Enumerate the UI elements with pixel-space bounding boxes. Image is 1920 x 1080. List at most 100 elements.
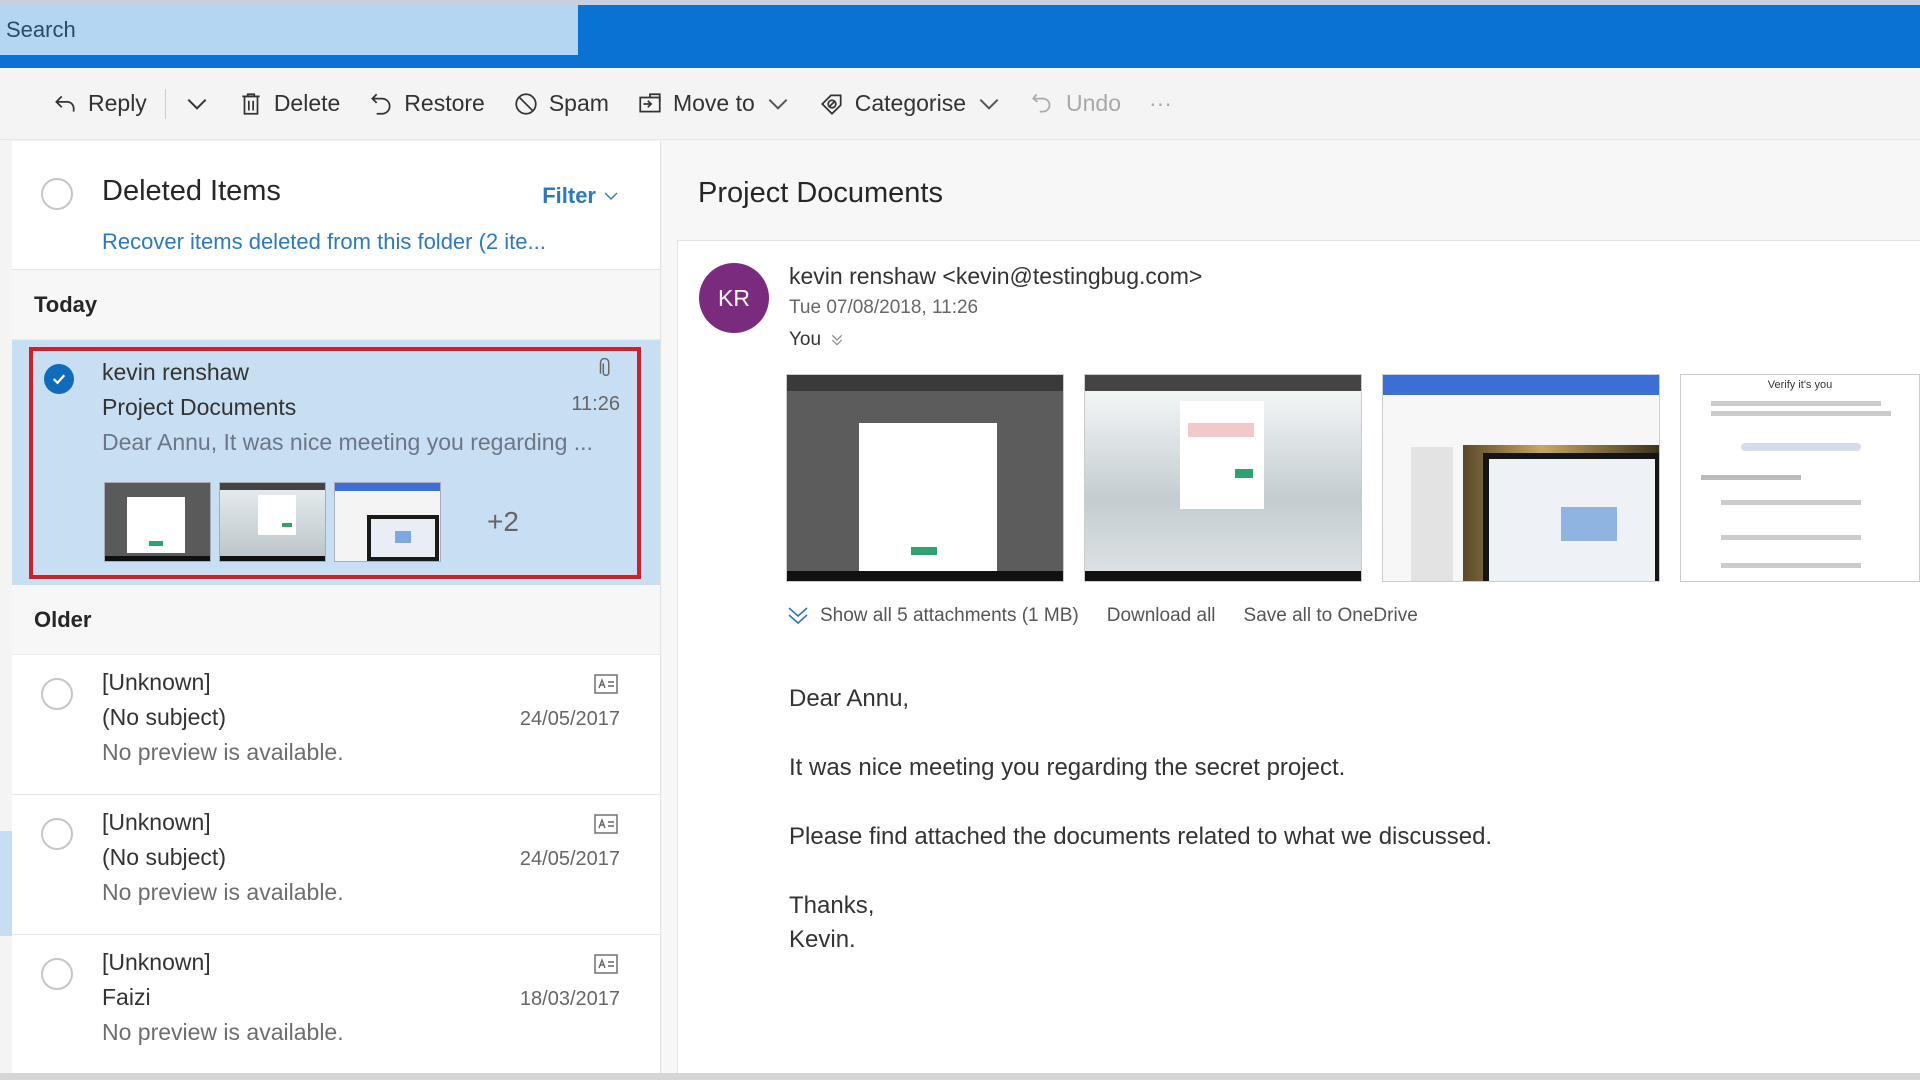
show-all-attachments-button[interactable]: Show all 5 attachments (1 MB) — [786, 604, 1079, 628]
group-header-older: Older — [12, 585, 660, 655]
restore-label: Restore — [404, 90, 485, 116]
sent-date: Tue 07/08/2018, 11:26 — [789, 297, 979, 318]
attachment-preview[interactable] — [1084, 374, 1362, 582]
restore-button[interactable]: Restore — [354, 82, 499, 126]
tag-icon — [820, 93, 842, 115]
undo-button[interactable]: Undo — [1016, 82, 1135, 126]
message-date: 24/05/2017 — [519, 708, 620, 730]
folder-title: Deleted Items — [102, 175, 281, 207]
download-all-button[interactable]: Download all — [1107, 605, 1216, 627]
attachment-previews: Verify it's you — [786, 374, 1920, 582]
delete-label: Delete — [273, 90, 341, 116]
chevron-down-icon — [187, 98, 207, 110]
filter-label: Filter — [542, 183, 596, 208]
show-all-attachments-label: Show all 5 attachments (1 MB) — [820, 605, 1079, 626]
move-to-button[interactable]: Move to — [623, 82, 805, 126]
attachment-preview[interactable] — [786, 374, 1064, 582]
toolbar-divider — [164, 88, 166, 119]
bottom-border — [0, 1073, 1920, 1080]
message-date: 24/05/2017 — [519, 848, 620, 870]
message-checkbox[interactable] — [41, 678, 73, 710]
attachment-preview[interactable]: Verify it's you — [1680, 374, 1920, 582]
categorise-label: Categorise — [854, 90, 966, 116]
message-preview: No preview is available. — [102, 739, 344, 765]
message-subject: (No subject) — [102, 704, 226, 730]
top-bar — [0, 0, 1920, 68]
folder-pane-edge — [0, 141, 12, 1080]
command-toolbar: Reply Delete Restore Spam Move to Catego… — [0, 68, 1920, 140]
body-paragraph: It was nice meeting you regarding the se… — [789, 754, 1346, 781]
attachment-preview-title: Verify it's you — [1767, 379, 1833, 391]
paperclip-icon — [599, 358, 610, 377]
contact-card-icon — [594, 674, 618, 694]
message-sender: [Unknown] — [102, 949, 211, 975]
message-item[interactable]: [Unknown] (No subject) 24/05/2017 No pre… — [12, 795, 660, 935]
filter-dropdown[interactable]: Filter — [542, 183, 620, 209]
message-time: 11:26 — [571, 393, 620, 415]
message-preview: Dear Annu, It was nice meeting you regar… — [102, 429, 593, 455]
expand-recipients-icon — [831, 334, 843, 346]
undo-label: Undo — [1066, 90, 1121, 116]
delete-button[interactable]: Delete — [224, 82, 354, 126]
recipient-name: You — [789, 329, 822, 350]
message-checkbox[interactable] — [41, 818, 73, 850]
reply-options-dropdown[interactable] — [170, 82, 224, 126]
more-icon: ··· — [1148, 90, 1172, 116]
reply-icon — [55, 95, 75, 112]
message-preview: No preview is available. — [102, 879, 344, 905]
contact-card-icon — [594, 814, 618, 834]
restore-icon — [371, 93, 391, 115]
reading-pane: Project Documents KR kevin renshaw <kevi… — [662, 141, 1920, 1080]
trash-icon — [242, 92, 260, 115]
spam-label: Spam — [548, 90, 609, 116]
sender-avatar[interactable]: KR — [699, 263, 769, 333]
attachment-thumbnail[interactable] — [104, 482, 211, 562]
attachment-thumbnails: +2 — [104, 482, 519, 562]
message-sender: [Unknown] — [102, 669, 211, 695]
reply-label: Reply — [88, 90, 147, 116]
attachment-actions: Show all 5 attachments (1 MB) Download a… — [786, 604, 1418, 628]
search-box[interactable] — [0, 5, 578, 55]
move-folder-icon — [639, 92, 661, 112]
message-subject: Faizi — [102, 984, 151, 1010]
attachment-preview[interactable] — [1382, 374, 1660, 582]
message-subject: (No subject) — [102, 844, 226, 870]
message-subject: Project Documents — [102, 394, 297, 420]
message-sender: [Unknown] — [102, 809, 211, 835]
message-card: KR kevin renshaw <kevin@testingbug.com> … — [677, 240, 1920, 1080]
chevron-down-icon — [979, 98, 999, 110]
expand-double-chevron-icon — [788, 607, 808, 625]
attachment-thumbnail[interactable] — [334, 482, 441, 562]
block-icon — [515, 92, 537, 115]
select-all-checkbox[interactable] — [41, 178, 73, 210]
spam-button[interactable]: Spam — [499, 82, 623, 126]
message-checkbox[interactable] — [41, 958, 73, 990]
contact-card-icon — [594, 954, 618, 974]
body-paragraph: Please find attached the documents relat… — [789, 823, 1493, 850]
folder-selection-indicator — [0, 831, 12, 936]
message-preview: No preview is available. — [102, 1019, 344, 1045]
list-header: Deleted Items Filter Recover items delet… — [12, 141, 660, 270]
search-input[interactable] — [6, 17, 578, 43]
reply-button[interactable]: Reply — [38, 82, 161, 126]
body-signature: Kevin. — [789, 926, 856, 953]
message-item[interactable]: [Unknown] (No subject) 24/05/2017 No pre… — [12, 655, 660, 795]
conversation-title: Project Documents — [698, 177, 943, 209]
message-item-selected[interactable]: kevin renshaw Project Documents 11:26 De… — [12, 340, 660, 585]
chevron-down-icon — [604, 192, 618, 200]
categorise-button[interactable]: Categorise — [805, 82, 1016, 126]
move-to-label: Move to — [672, 90, 755, 116]
selected-checkmark-icon[interactable] — [44, 364, 74, 394]
save-all-to-onedrive-button[interactable]: Save all to OneDrive — [1244, 605, 1418, 627]
sender-address[interactable]: kevin renshaw <kevin@testingbug.com> — [789, 263, 1202, 290]
body-closing: Thanks, — [789, 892, 875, 919]
message-body: Dear Annu, It was nice meeting you regar… — [789, 682, 1492, 957]
message-list-pane: Deleted Items Filter Recover items delet… — [12, 141, 661, 1080]
attachment-thumbnail[interactable] — [219, 482, 326, 562]
recover-deleted-items-link[interactable]: Recover items deleted from this folder (… — [102, 229, 546, 255]
message-item[interactable]: [Unknown] Faizi 18/03/2017 No preview is… — [12, 935, 660, 1075]
undo-icon — [1032, 93, 1051, 112]
more-attachments-count[interactable]: +2 — [487, 506, 519, 538]
more-actions-button[interactable]: ··· — [1135, 82, 1186, 126]
recipients[interactable]: You — [789, 329, 845, 351]
